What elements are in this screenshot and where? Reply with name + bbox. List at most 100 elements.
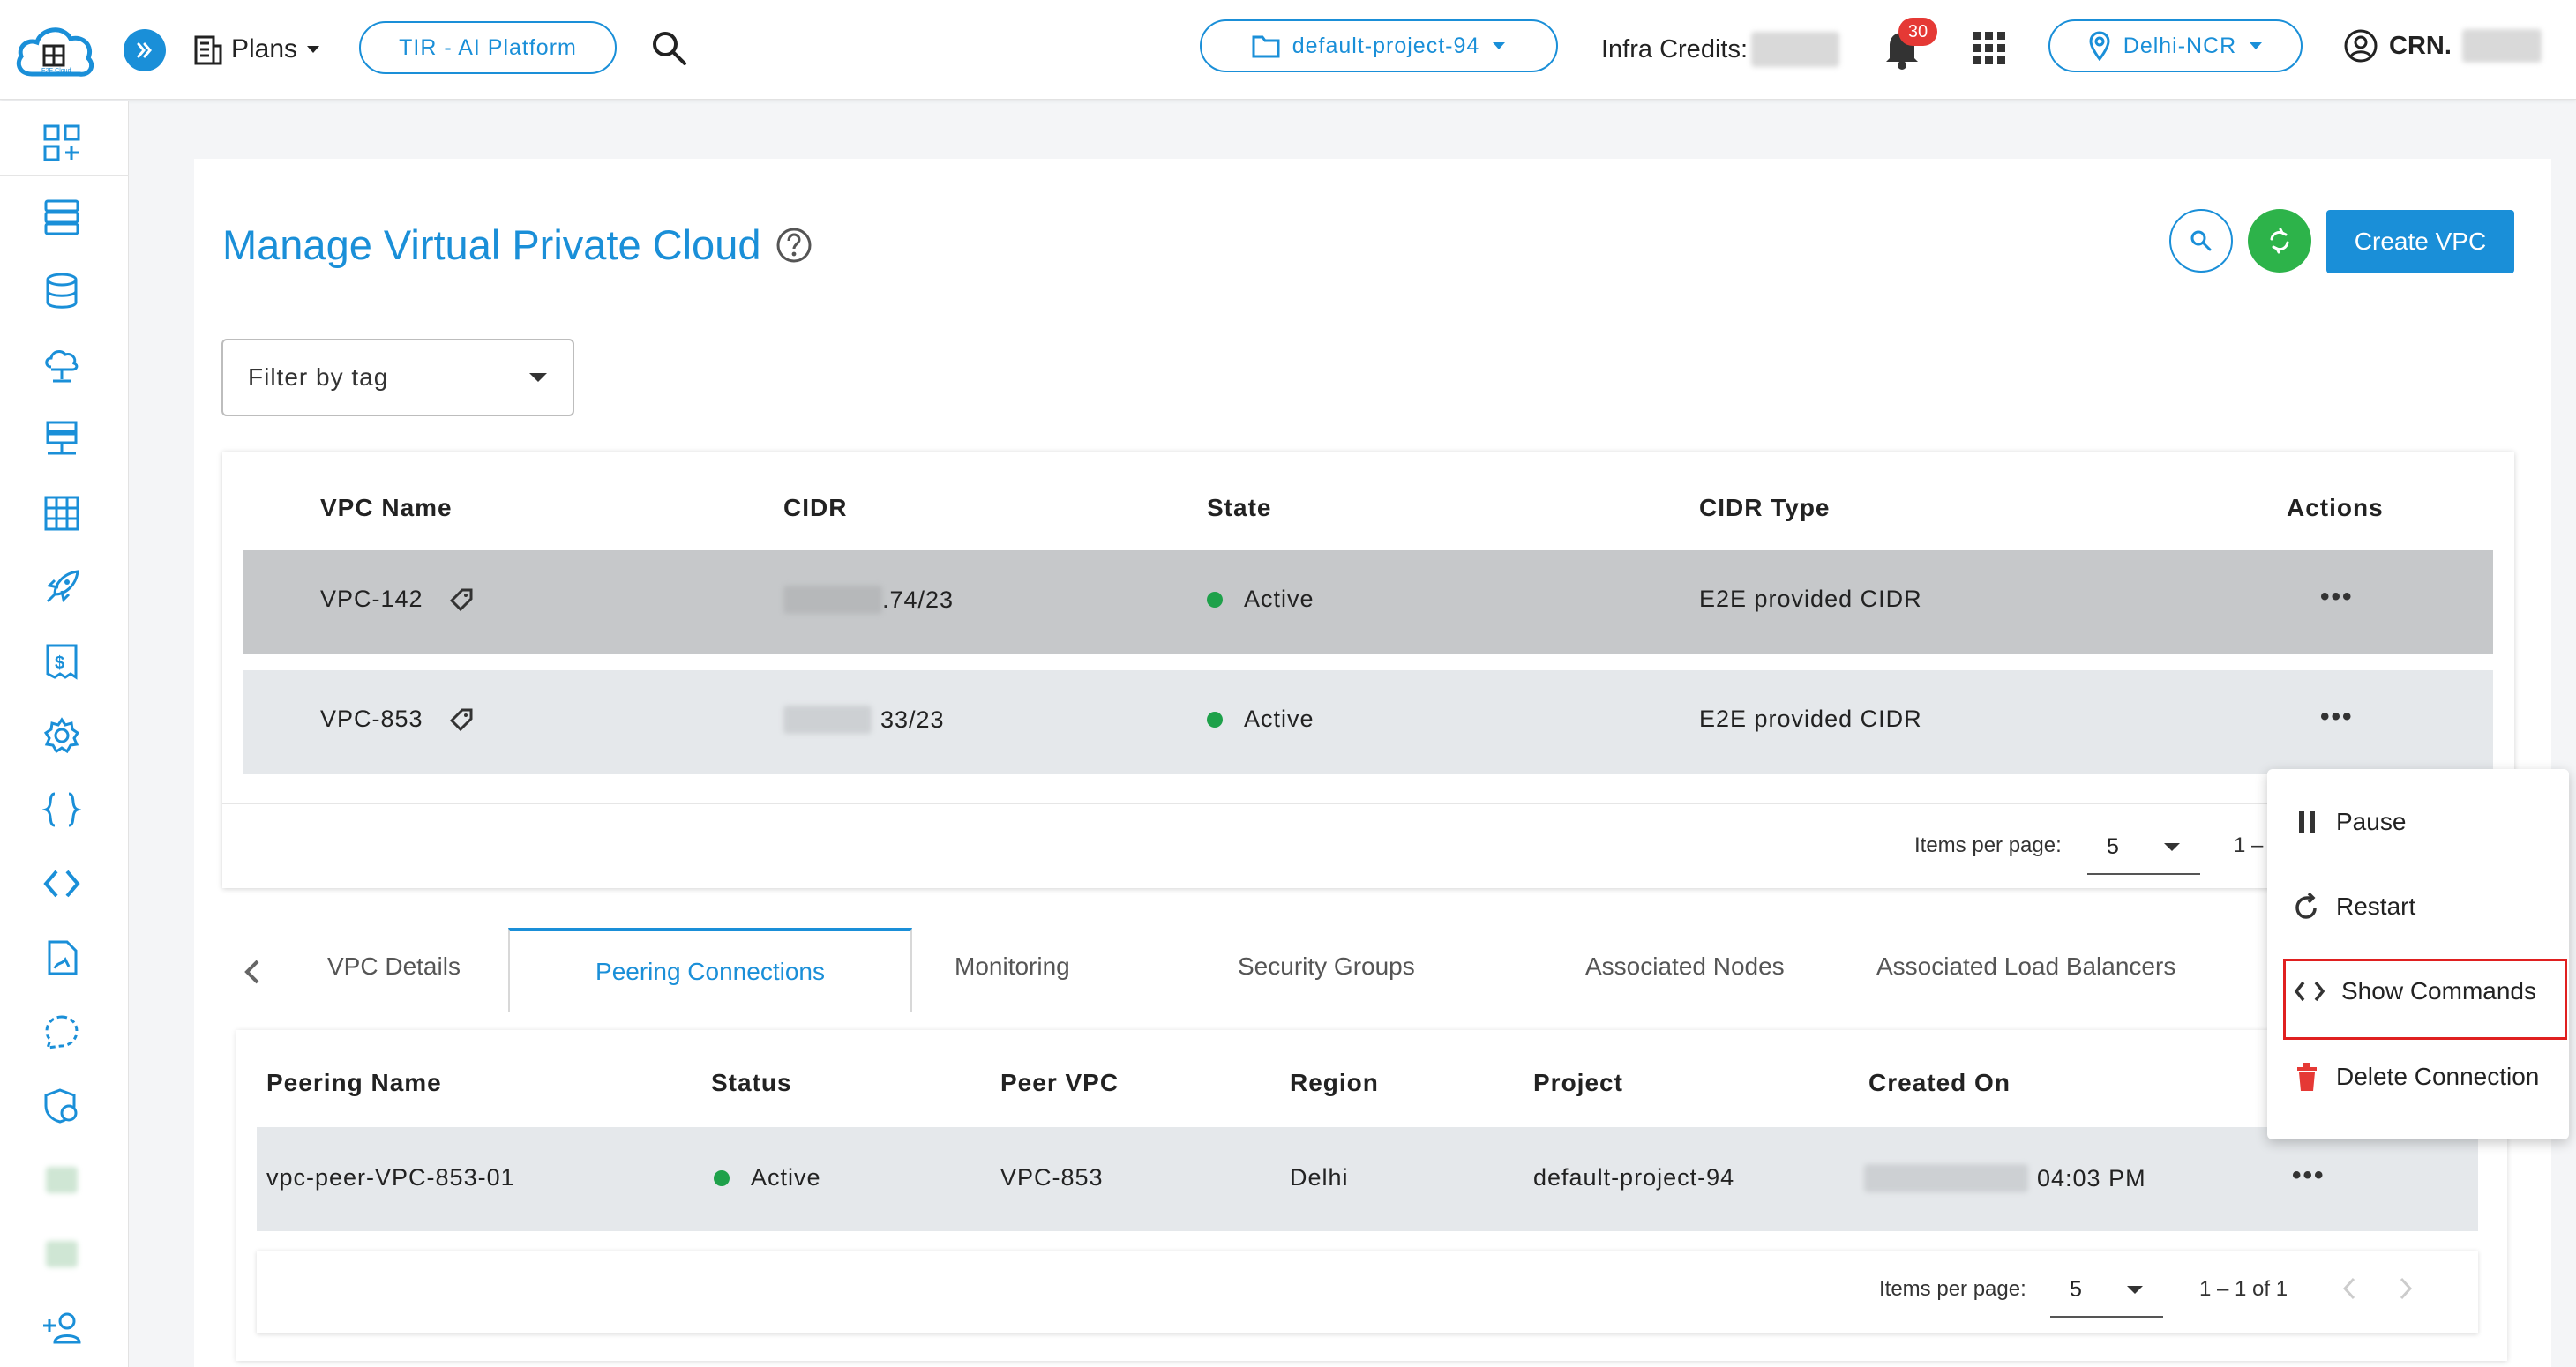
nodes-icon[interactable] (39, 194, 85, 240)
database-icon[interactable] (39, 268, 85, 314)
crn-redacted (2461, 29, 2542, 63)
tab-vpc-details[interactable]: VPC Details (327, 952, 461, 981)
peering-status-text: Active (751, 1164, 821, 1191)
settings-icon[interactable] (39, 713, 85, 758)
search-vpc-button[interactable] (2169, 209, 2233, 273)
blurred-icon[interactable] (39, 1231, 85, 1277)
building-icon (194, 35, 222, 65)
cidr-suffix: 33/23 (880, 706, 945, 733)
blurred-icon[interactable] (39, 1157, 85, 1203)
created-time: 04:03 PM (2037, 1164, 2146, 1191)
sidebar-divider (0, 175, 129, 176)
table-row[interactable]: VPC-853 33/23 Active E2E provided CIDR •… (243, 670, 2493, 774)
table-row[interactable]: VPC-142 .74/23 Active E2E provided CIDR … (243, 550, 2493, 654)
grid-icon[interactable] (39, 490, 85, 536)
refresh-button[interactable] (2248, 209, 2311, 273)
show-commands-highlight-box (2283, 959, 2567, 1040)
edit-tag-icon[interactable] (448, 706, 475, 733)
items-per-page-value: 5 (2107, 833, 2119, 859)
vpc-name: VPC-142 (320, 586, 423, 612)
tir-platform-button[interactable]: TIR - AI Platform (359, 21, 617, 74)
state-text: Active (1244, 706, 1314, 732)
plans-menu[interactable]: Plans (192, 30, 320, 69)
create-vpc-button[interactable]: Create VPC (2326, 210, 2514, 273)
previous-page-icon[interactable] (2340, 1275, 2359, 1302)
tab-monitoring[interactable]: Monitoring (955, 952, 1070, 981)
dashboard-icon[interactable] (39, 120, 85, 166)
menu-label-delete-connection: Delete Connection (2336, 1063, 2540, 1090)
user-circle-icon (2344, 29, 2378, 63)
region-selector[interactable]: Delhi-NCR (2048, 19, 2303, 72)
next-page-icon[interactable] (2396, 1275, 2415, 1302)
document-icon[interactable] (39, 935, 85, 981)
caret-down-icon (2127, 1285, 2143, 1294)
location-pin-icon (2089, 31, 2110, 61)
col-header-created-on: Created On (1868, 1069, 2011, 1096)
row-actions-button[interactable]: ••• (2292, 1161, 2325, 1191)
menu-item-restart[interactable]: Restart (2294, 893, 2415, 921)
pagination-range: 1 – 1 of 1 (2199, 1277, 2288, 1301)
items-per-page-select[interactable]: 5 (2087, 820, 2200, 875)
add-user-icon[interactable] (39, 1305, 85, 1351)
e2e-cloud-logo[interactable]: E2E Cloud (12, 16, 97, 86)
cidr-type-cell: E2E provided CIDR (1699, 706, 1922, 732)
plans-label: Plans (231, 34, 298, 63)
caret-down-icon (2250, 42, 2263, 49)
search-icon (2190, 230, 2212, 251)
row-actions-button[interactable]: ••• (2320, 582, 2354, 612)
project-label: default-project-94 (1292, 33, 1480, 58)
col-header-actions: Actions (2287, 494, 2384, 521)
tab-peering-connections[interactable]: Peering Connections (508, 928, 912, 1012)
tab-associated-load-balancers[interactable]: Associated Load Balancers (1876, 952, 2175, 981)
project-selector[interactable]: default-project-94 (1200, 19, 1558, 72)
table-row[interactable]: vpc-peer-VPC-853-01 Active VPC-853 Delhi… (257, 1127, 2478, 1231)
cidr-type-cell: E2E provided CIDR (1699, 586, 1922, 612)
cidr-redacted (783, 586, 882, 614)
billing-icon[interactable]: $ (39, 639, 85, 684)
filter-by-tag-label: Filter by tag (248, 363, 389, 391)
edit-tag-icon[interactable] (448, 586, 475, 613)
col-header-state: State (1207, 494, 1272, 521)
network-icon[interactable] (39, 416, 85, 462)
caret-down-icon (1493, 42, 1506, 49)
expand-sidebar-button[interactable] (124, 29, 166, 71)
code-icon[interactable] (39, 861, 85, 907)
menu-item-pause[interactable]: Pause (2294, 808, 2406, 836)
state-cell: Active (1207, 586, 1314, 613)
help-icon[interactable] (775, 226, 813, 265)
items-per-page-select[interactable]: 5 (2050, 1263, 2163, 1318)
restart-icon (2295, 893, 2317, 919)
search-icon[interactable] (649, 28, 690, 69)
tab-security-groups[interactable]: Security Groups (1238, 952, 1415, 981)
page-title: Manage Virtual Private Cloud (222, 220, 813, 269)
peering-status-cell: Active (714, 1164, 821, 1191)
col-header-vpc-name: VPC Name (320, 494, 453, 521)
security-icon[interactable] (39, 1083, 85, 1129)
double-chevron-right-icon (137, 42, 152, 58)
cloud-icon[interactable] (39, 342, 85, 388)
braces-icon[interactable] (39, 787, 85, 833)
col-header-peer-vpc: Peer VPC (1000, 1069, 1120, 1096)
items-per-page-label: Items per page: (1914, 833, 2062, 857)
infra-credits-redacted (1751, 32, 1839, 67)
cidr-redacted (783, 706, 872, 734)
pagination-range: 1 – (2234, 833, 2264, 857)
col-header-status: Status (711, 1069, 792, 1096)
svg-text:$: $ (55, 654, 64, 673)
filter-by-tag-select[interactable]: Filter by tag (221, 339, 574, 416)
apps-grid-icon[interactable] (1971, 30, 2008, 67)
cidr-cell: .74/23 (783, 586, 954, 614)
tab-associated-nodes[interactable]: Associated Nodes (1585, 952, 1785, 981)
caret-down-icon (307, 46, 320, 53)
tabs-scroll-left-icon[interactable] (240, 958, 265, 986)
support-icon[interactable] (39, 1009, 85, 1055)
menu-item-delete-connection[interactable]: Delete Connection (2294, 1062, 2539, 1092)
infra-credits-label: Infra Credits: (1601, 34, 1748, 63)
row-actions-button[interactable]: ••• (2320, 702, 2354, 732)
region-cell: Delhi (1290, 1164, 1349, 1191)
top-bar: E2E Cloud Plans TIR - AI Platform defaul… (0, 0, 2576, 100)
state-cell: Active (1207, 706, 1314, 733)
status-active-dot (714, 1169, 730, 1186)
account-menu[interactable]: CRN. (2343, 28, 2542, 63)
rocket-icon[interactable] (39, 564, 85, 610)
